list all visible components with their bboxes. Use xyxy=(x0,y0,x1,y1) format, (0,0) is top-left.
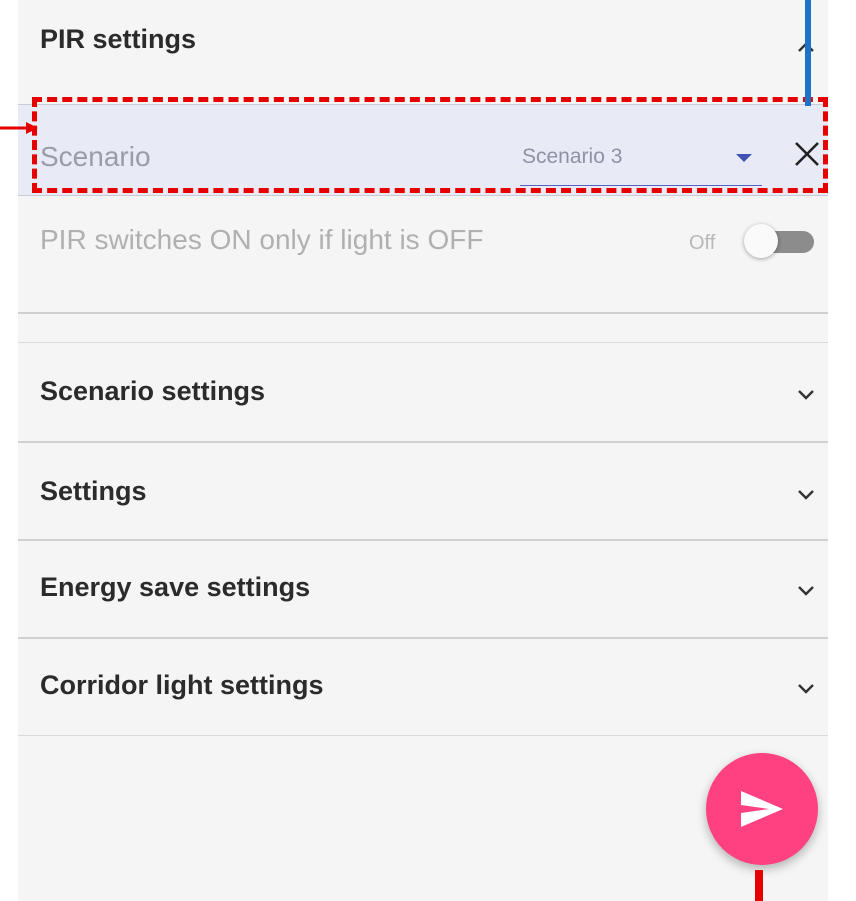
section-title: Corridor light settings xyxy=(40,670,324,700)
divider xyxy=(18,342,828,343)
pir-switch-row: PIR switches ON only if light is OFF Off xyxy=(18,214,828,274)
dropdown-arrow-icon[interactable] xyxy=(736,154,752,162)
section-energy-save-settings[interactable]: Energy save settings xyxy=(18,548,828,628)
section-corridor-light-settings[interactable]: Corridor light settings xyxy=(18,646,828,726)
settings-panel: PIR settings Scenario Scenario 3 PIR swi… xyxy=(18,0,828,901)
annotation-arrow-icon xyxy=(0,122,38,134)
pir-settings-title: PIR settings xyxy=(40,24,197,54)
chevron-down-icon[interactable] xyxy=(794,482,818,506)
section-title: Energy save settings xyxy=(40,572,311,602)
annotation-pointer-line xyxy=(755,870,763,901)
scenario-row: Scenario Scenario 3 xyxy=(18,104,828,196)
chevron-down-icon[interactable] xyxy=(794,578,818,602)
scenario-select-value: Scenario 3 xyxy=(522,145,623,168)
send-fab-button[interactable] xyxy=(706,753,818,865)
divider xyxy=(18,312,828,314)
divider xyxy=(18,735,828,736)
section-settings[interactable]: Settings xyxy=(18,452,828,532)
pir-switch-toggle[interactable] xyxy=(744,224,814,260)
divider xyxy=(18,637,828,639)
divider xyxy=(18,441,828,443)
annotation-pointer-line xyxy=(805,0,811,106)
pir-settings-header[interactable]: PIR settings xyxy=(18,10,828,70)
chevron-down-icon[interactable] xyxy=(794,676,818,700)
switch-state-label: Off xyxy=(689,232,716,254)
pir-switch-label: PIR switches ON only if light is OFF xyxy=(40,224,484,255)
section-scenario-settings[interactable]: Scenario settings xyxy=(18,352,828,432)
scenario-label: Scenario xyxy=(40,141,151,172)
send-icon xyxy=(741,791,783,827)
section-title: Settings xyxy=(40,476,147,506)
chevron-down-icon[interactable] xyxy=(794,382,818,406)
toggle-thumb[interactable] xyxy=(744,224,778,258)
close-icon[interactable] xyxy=(792,139,822,169)
section-title: Scenario settings xyxy=(40,376,266,406)
divider xyxy=(18,539,828,541)
scenario-select[interactable]: Scenario 3 xyxy=(520,139,762,186)
